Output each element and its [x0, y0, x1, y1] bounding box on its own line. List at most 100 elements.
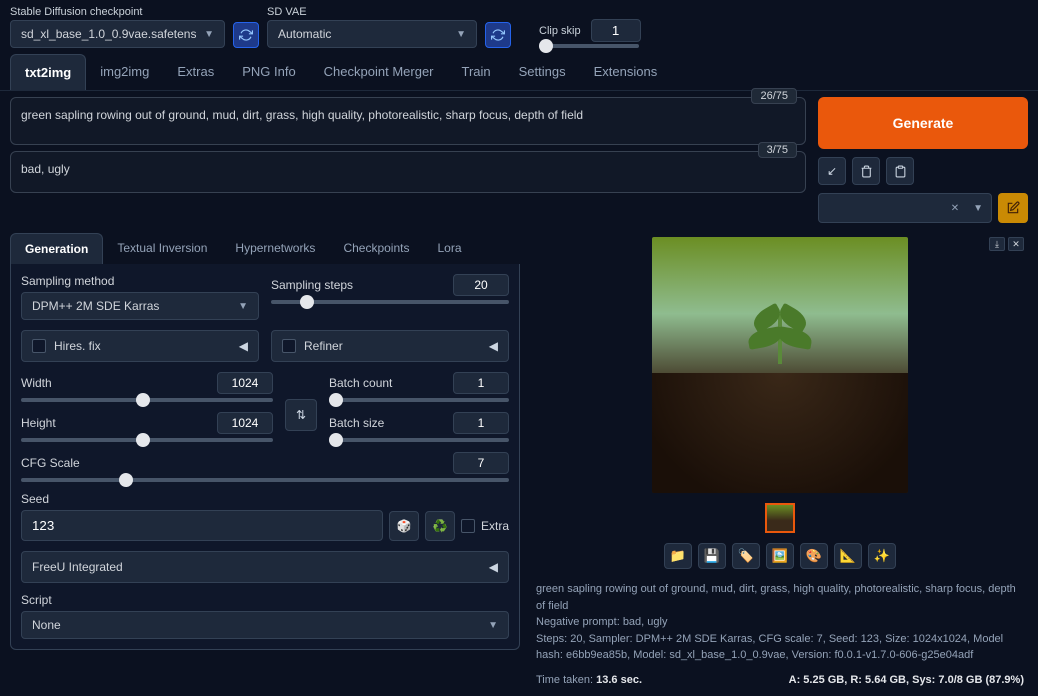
steps-slider[interactable]: [271, 300, 509, 304]
refiner-label: Refiner: [304, 339, 343, 353]
steps-label: Sampling steps: [271, 278, 353, 292]
tab-img2img[interactable]: img2img: [86, 54, 163, 90]
refresh-vae-button[interactable]: [485, 22, 511, 48]
info-prompt: green sapling rowing out of ground, mud,…: [536, 581, 1024, 614]
prompt-positive-text: green sapling rowing out of ground, mud,…: [21, 108, 583, 122]
close-image-button[interactable]: ✕: [1008, 237, 1024, 251]
batch-size-slider[interactable]: [329, 438, 509, 442]
info-negative: Negative prompt: bad, ugly: [536, 614, 1024, 631]
arrow-button[interactable]: ↙: [818, 157, 846, 185]
send-extras-button[interactable]: 📐: [834, 543, 862, 569]
subtab-hypernetworks[interactable]: Hypernetworks: [221, 233, 329, 264]
token-count-pos: 26/75: [751, 88, 797, 104]
tab-checkpoint-merger[interactable]: Checkpoint Merger: [310, 54, 448, 90]
clear-prompt-button[interactable]: [852, 157, 880, 185]
sampling-method-label: Sampling method: [21, 274, 259, 288]
output-thumbnail[interactable]: [765, 503, 795, 533]
chevron-down-icon: ▼: [973, 203, 983, 214]
cfg-slider[interactable]: [21, 478, 509, 482]
swap-dimensions-button[interactable]: ⇅: [285, 399, 317, 431]
close-icon[interactable]: ✕: [951, 203, 959, 214]
tab-txt2img[interactable]: txt2img: [10, 54, 86, 90]
reuse-seed-button[interactable]: ♻️: [425, 511, 455, 541]
hires-fix-accordion[interactable]: Hires. fix ◀: [21, 330, 259, 362]
subtab-lora[interactable]: Lora: [423, 233, 475, 264]
freeu-accordion[interactable]: FreeU Integrated ◀: [21, 551, 509, 583]
refiner-accordion[interactable]: Refiner ◀: [271, 330, 509, 362]
tab-train[interactable]: Train: [448, 54, 505, 90]
time-taken: Time taken: 13.6 sec.: [536, 674, 642, 686]
chevron-down-icon: ▼: [204, 29, 214, 40]
sampling-method-dropdown[interactable]: DPM++ 2M SDE Karras ▼: [21, 292, 259, 320]
output-image[interactable]: [652, 237, 908, 493]
cfg-label: CFG Scale: [21, 456, 80, 470]
height-label: Height: [21, 416, 56, 430]
chevron-down-icon: ▼: [456, 29, 466, 40]
refiner-checkbox[interactable]: [282, 339, 296, 353]
extra-checkbox[interactable]: [461, 519, 475, 533]
generation-info: green sapling rowing out of ground, mud,…: [532, 581, 1028, 664]
edit-styles-button[interactable]: [998, 193, 1028, 223]
checkpoint-value: sd_xl_base_1.0_0.9vae.safetensors [e6bb9…: [21, 27, 196, 41]
styles-dropdown[interactable]: ✕ ▼: [818, 193, 992, 223]
checkpoint-dropdown[interactable]: sd_xl_base_1.0_0.9vae.safetensors [e6bb9…: [10, 20, 225, 48]
batch-count-label: Batch count: [329, 376, 392, 390]
vae-label: SD VAE: [267, 6, 477, 18]
token-count-neg: 3/75: [758, 142, 797, 158]
script-dropdown[interactable]: None ▼: [21, 611, 509, 639]
random-seed-button[interactable]: 🎲: [389, 511, 419, 541]
vae-dropdown[interactable]: Automatic ▼: [267, 20, 477, 48]
tab-pnginfo[interactable]: PNG Info: [228, 54, 309, 90]
batch-count-slider[interactable]: [329, 398, 509, 402]
zip-button[interactable]: 🏷️: [732, 543, 760, 569]
info-params: Steps: 20, Sampler: DPM++ 2M SDE Karras,…: [536, 631, 1024, 664]
height-value[interactable]: [217, 412, 273, 434]
triangle-left-icon: ◀: [489, 339, 498, 353]
clip-label: Clip skip: [539, 25, 581, 37]
prompt-positive[interactable]: 26/75 green sapling rowing out of ground…: [10, 97, 806, 145]
batch-size-label: Batch size: [329, 416, 384, 430]
cfg-value[interactable]: [453, 452, 509, 474]
paste-button[interactable]: [886, 157, 914, 185]
width-label: Width: [21, 376, 52, 390]
subtab-checkpoints[interactable]: Checkpoints: [329, 233, 423, 264]
batch-count-value[interactable]: [453, 372, 509, 394]
checkpoint-label: Stable Diffusion checkpoint: [10, 6, 225, 18]
vae-value: Automatic: [278, 27, 331, 41]
subtab-generation[interactable]: Generation: [10, 233, 103, 264]
subtab-textual-inversion[interactable]: Textual Inversion: [103, 233, 221, 264]
clip-slider[interactable]: [539, 44, 639, 48]
batch-size-value[interactable]: [453, 412, 509, 434]
width-slider[interactable]: [21, 398, 273, 402]
seed-input[interactable]: [21, 510, 383, 541]
save-button[interactable]: 💾: [698, 543, 726, 569]
upscale-button[interactable]: ✨: [868, 543, 896, 569]
memory-usage: A: 5.25 GB, R: 5.64 GB, Sys: 7.0/8 GB (8…: [789, 674, 1024, 686]
freeu-label: FreeU Integrated: [32, 560, 123, 574]
tab-settings[interactable]: Settings: [505, 54, 580, 90]
sampling-method-value: DPM++ 2M SDE Karras: [32, 299, 159, 313]
height-slider[interactable]: [21, 438, 273, 442]
open-folder-button[interactable]: 📁: [664, 543, 692, 569]
send-inpaint-button[interactable]: 🎨: [800, 543, 828, 569]
extra-label: Extra: [481, 519, 509, 533]
hires-checkbox[interactable]: [32, 339, 46, 353]
triangle-left-icon: ◀: [239, 339, 248, 353]
generate-button[interactable]: Generate: [818, 97, 1028, 149]
width-value[interactable]: [217, 372, 273, 394]
hires-label: Hires. fix: [54, 339, 101, 353]
steps-value[interactable]: [453, 274, 509, 296]
script-label: Script: [21, 593, 509, 607]
send-img2img-button[interactable]: 🖼️: [766, 543, 794, 569]
tab-extras[interactable]: Extras: [163, 54, 228, 90]
prompt-negative-text: bad, ugly: [21, 162, 70, 176]
prompt-negative[interactable]: 3/75 bad, ugly: [10, 151, 806, 193]
seed-label: Seed: [21, 492, 509, 506]
triangle-left-icon: ◀: [489, 560, 498, 574]
tab-extensions[interactable]: Extensions: [580, 54, 672, 90]
chevron-down-icon: ▼: [238, 301, 248, 312]
chevron-down-icon: ▼: [488, 620, 498, 631]
script-value: None: [32, 618, 61, 632]
download-image-button[interactable]: ⤓: [989, 237, 1005, 251]
refresh-checkpoint-button[interactable]: [233, 22, 259, 48]
